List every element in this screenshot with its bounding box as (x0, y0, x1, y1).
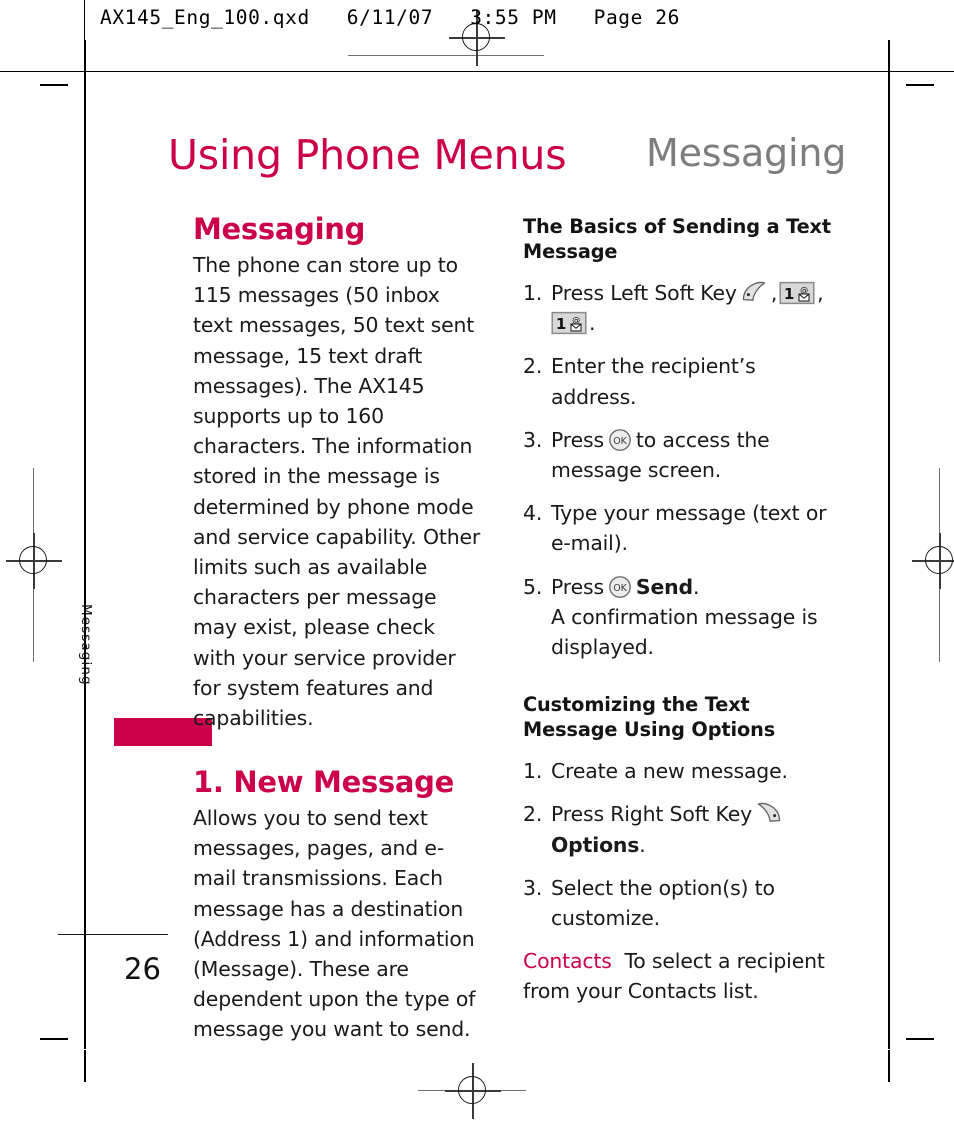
customizing-step-list: 1. Create a new message. 2. Press Right So… (523, 756, 835, 933)
step-text: Create a new message. (551, 759, 788, 784)
basics-step-4: 4. Type your message (text or e-mail). (523, 498, 835, 558)
customizing-step-2: 2. Press Right Soft Key Options. (523, 799, 835, 859)
ok-key-icon: OK (607, 428, 633, 452)
header-vertical-rule (84, 0, 86, 72)
step-number: 2. (523, 802, 543, 827)
step-period: . (589, 311, 596, 336)
basics-step-3: 3. Press OK to access the message screen. (523, 425, 835, 485)
step-text-pre: Press (551, 574, 604, 599)
step-number: 3. (523, 875, 543, 900)
step-text: Type your message (text or e-mail). (551, 501, 827, 556)
step-text-post: . (692, 574, 700, 599)
file-info-header: AX145_Eng_100.qxd 6/11/07 3:55 PM Page 2… (0, 0, 954, 73)
file-info-text: AX145_Eng_100.qxd 6/11/07 3:55 PM Page 2… (100, 6, 680, 29)
basics-step-5: 5. Press OK Send. A confirmation message i… (523, 572, 835, 663)
side-tab: Messaging (52, 596, 212, 756)
basics-step-2: 2. Enter the recipient’s address. (523, 351, 835, 411)
ok-key-icon: OK (607, 575, 633, 599)
step-comma-2: , (817, 281, 824, 305)
crop-mark-top-right-h (906, 84, 934, 86)
left-subsection-title: 1. New Message (193, 765, 454, 800)
customizing-step-3: 3. Select the option(s) to customize. (523, 873, 835, 933)
right-column: The Basics of Sending a Text Message 1. P… (523, 214, 835, 1007)
basics-heading: The Basics of Sending a Text Message (523, 215, 832, 263)
step-number: 5. (523, 574, 543, 599)
right-soft-key-icon (755, 801, 783, 825)
contacts-term: Contacts (523, 949, 612, 974)
page-frame-right (888, 72, 890, 1049)
step-number: 1. (523, 281, 543, 305)
side-tab-label: Messaging (78, 604, 94, 686)
page-frame-left (84, 72, 86, 1049)
left-column: Messaging The phone can store up to 115 … (193, 212, 483, 1045)
registration-mark-left (6, 533, 62, 589)
left-soft-key-icon (740, 280, 768, 304)
manual-page: AX145_Eng_100.qxd 6/11/07 3:55 PM Page 2… (0, 0, 954, 1123)
crop-mark-bottom-left-h (40, 1038, 68, 1040)
svg-text:1: 1 (784, 285, 794, 303)
header-horizontal-rule (0, 71, 954, 73)
contacts-note: Contacts To select a recipient from your… (523, 946, 835, 1006)
registration-mark-right (912, 533, 954, 589)
svg-text:@: @ (800, 286, 808, 295)
customizing-heading: Customizing the Text Message Using Optio… (523, 693, 776, 742)
crop-mark-top-left-h (40, 84, 68, 86)
num-1-message-key-icon: 1 @ (551, 311, 587, 335)
step-number: 1. (523, 759, 543, 784)
step-text-pre: Press Right Soft Key (551, 802, 753, 827)
footer-rule (58, 934, 168, 936)
customizing-step-1: 1. Create a new message. (523, 756, 835, 786)
running-head-title: Using Phone Menus (168, 131, 567, 179)
svg-text:1: 1 (556, 315, 566, 333)
svg-text:@: @ (572, 316, 580, 325)
step-number: 3. (523, 427, 543, 452)
step-comma-1: , (770, 281, 778, 305)
page-number: 26 (124, 952, 161, 986)
svg-text:OK: OK (613, 583, 627, 594)
basics-step-list: 1. Press Left Soft Key , 1 @ , 1 @ . 2. … (523, 278, 835, 662)
left-section-title: Messaging (193, 212, 366, 246)
running-head: Using Phone Menus Messaging (168, 131, 858, 187)
step-text-pre: Press (551, 427, 604, 452)
step-number: 4. (523, 501, 543, 526)
step-extra-text: A confirmation message is displayed. (551, 604, 818, 660)
step-text: Enter the recipient’s address. (551, 354, 756, 409)
running-head-chapter: Messaging (646, 131, 847, 175)
step-text-post: . (639, 832, 646, 857)
crop-mark-bottom-left-v (84, 1050, 86, 1082)
num-1-message-key-icon: 1 @ (779, 281, 815, 305)
step-number: 2. (523, 354, 543, 379)
crop-mark-bottom-right-v (888, 1050, 890, 1082)
svg-text:OK: OK (613, 436, 627, 447)
basics-step-1: 1. Press Left Soft Key , 1 @ , 1 @ . (523, 278, 835, 338)
left-subsection-body: Allows you to send text messages, pages,… (193, 806, 476, 1042)
left-section-body: The phone can store up to 115 messages (… (193, 252, 481, 730)
step-bold-word: Options (551, 832, 640, 857)
step-bold-word: Send (635, 574, 693, 599)
step-text: Press Left Soft Key (551, 281, 737, 305)
crop-mark-bottom-right-h (906, 1038, 934, 1040)
registration-mark-bottom (445, 1063, 501, 1119)
step-text: Select the option(s) to customize. (551, 875, 775, 931)
